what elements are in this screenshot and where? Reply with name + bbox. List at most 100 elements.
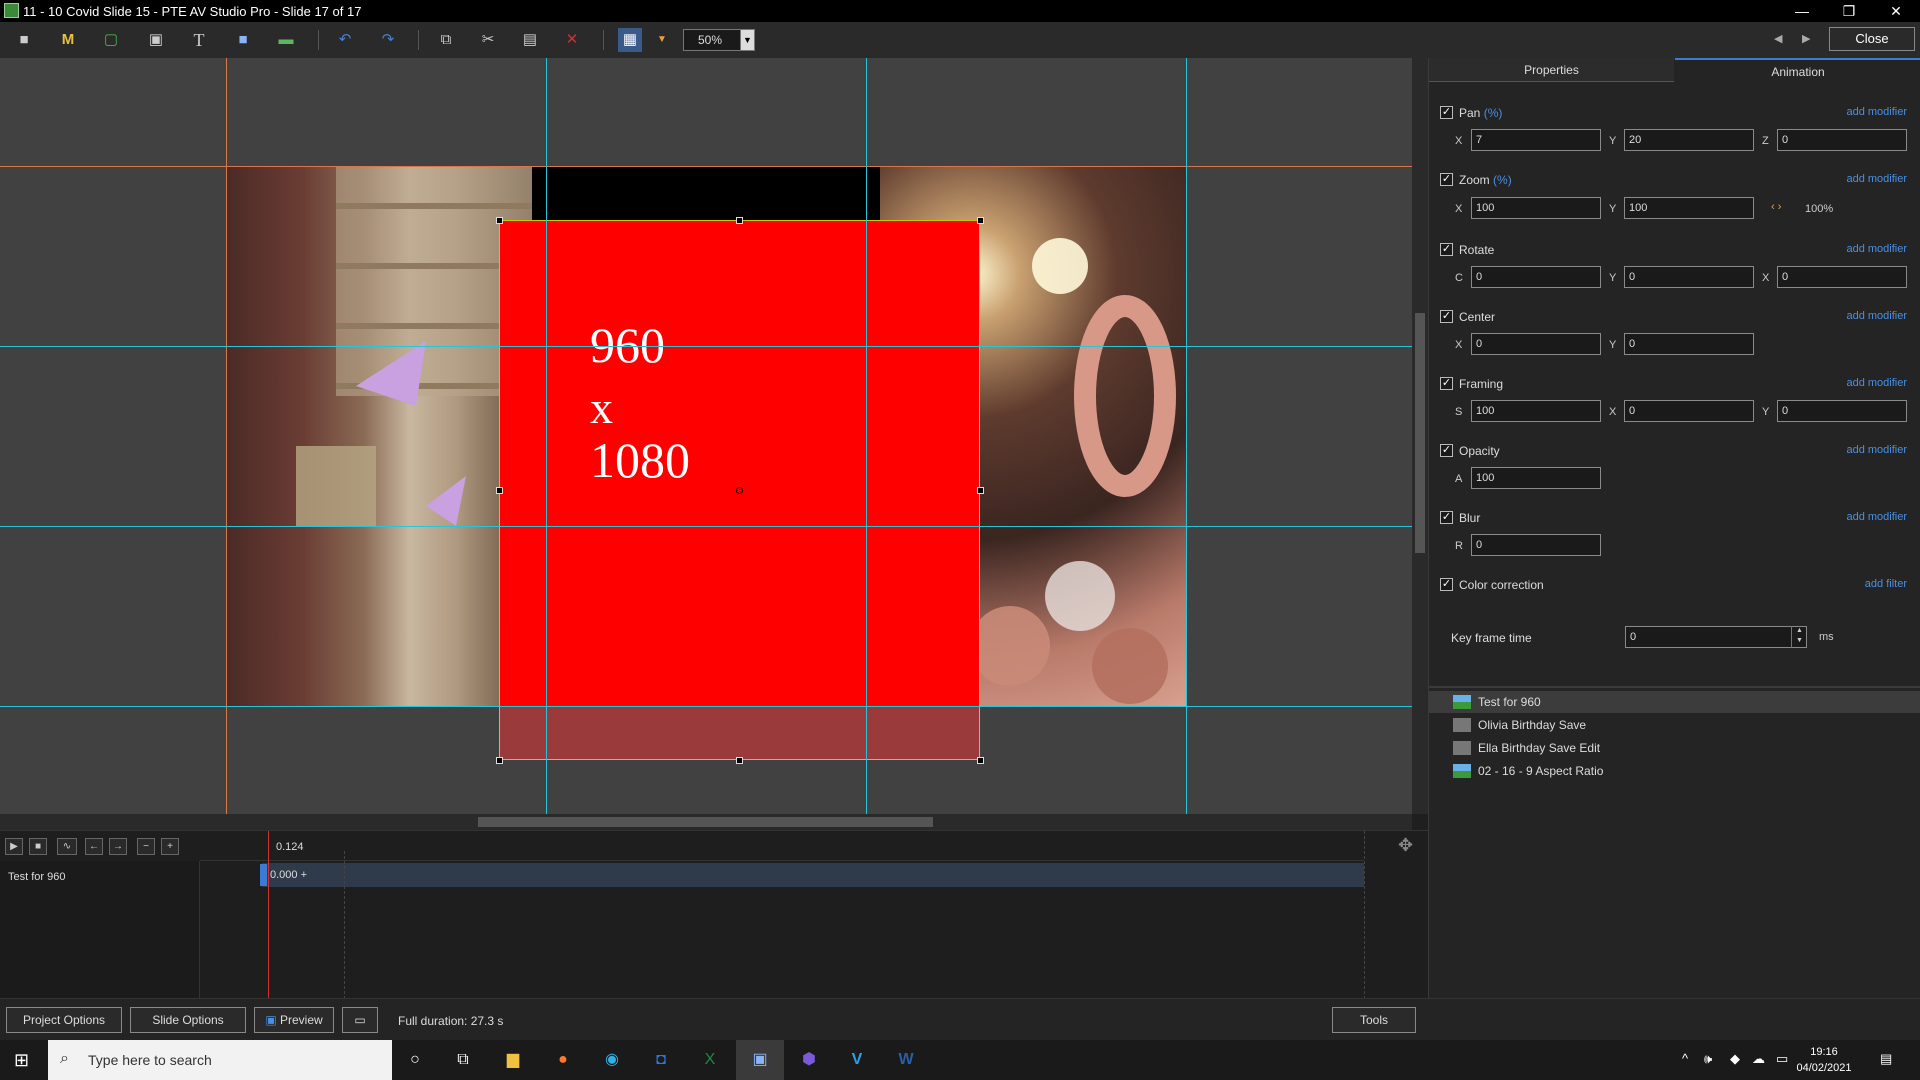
redo-icon[interactable]: ↷ xyxy=(376,28,400,52)
next-slide-icon[interactable]: ▶ xyxy=(1802,32,1810,45)
center-y-field[interactable]: 0 xyxy=(1624,333,1754,355)
framing-checkbox[interactable]: ✓ xyxy=(1440,377,1453,390)
tools-button[interactable]: Tools xyxy=(1332,1007,1416,1033)
framing-s-field[interactable]: 100 xyxy=(1471,400,1601,422)
project-options-button[interactable]: Project Options xyxy=(6,1007,122,1033)
grid-dropdown-icon[interactable]: ▼ xyxy=(650,28,674,52)
scroll-thumb[interactable] xyxy=(478,817,933,827)
notification-icon[interactable]: ▤ xyxy=(1880,1051,1892,1067)
tab-animation[interactable]: Animation xyxy=(1675,58,1920,82)
add-filter-link[interactable]: add filter xyxy=(1865,578,1907,590)
delete-icon[interactable]: ✕ xyxy=(560,28,584,52)
onedrive-icon[interactable]: ☁ xyxy=(1752,1051,1765,1067)
network-icon[interactable]: ▭ xyxy=(1776,1051,1788,1067)
center-checkbox[interactable]: ✓ xyxy=(1440,310,1453,323)
zoom-link-icon[interactable]: ‹ › xyxy=(1771,201,1781,213)
blur-checkbox[interactable]: ✓ xyxy=(1440,511,1453,524)
canvas-vertical-scrollbar[interactable] xyxy=(1412,58,1428,814)
list-item[interactable]: 02 - 16 - 9 Aspect Ratio xyxy=(1429,760,1920,782)
file-explorer-icon[interactable]: ▆ xyxy=(499,1046,527,1074)
canvas-horizontal-scrollbar[interactable] xyxy=(0,814,1412,830)
zoom-checkbox[interactable]: ✓ xyxy=(1440,173,1453,186)
list-item[interactable]: Olivia Birthday Save xyxy=(1429,714,1920,736)
zoom-y-field[interactable]: 100 xyxy=(1624,197,1754,219)
zoom-out-icon[interactable]: − xyxy=(137,838,155,855)
window-close-button[interactable]: ✕ xyxy=(1873,0,1919,22)
cortana-icon[interactable]: ○ xyxy=(401,1046,429,1074)
fullscreen-preview-icon[interactable]: ▭ xyxy=(342,1007,378,1033)
tray-chevron-icon[interactable]: ^ xyxy=(1682,1051,1688,1066)
zoom-x-field[interactable]: 100 xyxy=(1471,197,1601,219)
resize-handle-tl[interactable] xyxy=(496,217,503,224)
prev-icon[interactable]: ← xyxy=(85,838,103,855)
pan-x-field[interactable]: 7 xyxy=(1471,129,1601,151)
restore-button[interactable]: ❐ xyxy=(1826,0,1872,22)
opacity-a-field[interactable]: 100 xyxy=(1471,467,1601,489)
next-icon[interactable]: → xyxy=(109,838,127,855)
play-icon[interactable]: ▶ xyxy=(5,838,23,855)
opacity-add-modifier-link[interactable]: add modifier xyxy=(1846,444,1907,456)
blur-add-modifier-link[interactable]: add modifier xyxy=(1846,511,1907,523)
volume-icon[interactable]: 🕪 xyxy=(1704,1051,1712,1067)
undo-icon[interactable]: ↶ xyxy=(333,28,357,52)
list-item[interactable]: Ella Birthday Save Edit xyxy=(1429,737,1920,759)
scroll-thumb[interactable] xyxy=(1415,313,1425,553)
pan-add-modifier-link[interactable]: add modifier xyxy=(1846,106,1907,118)
keyframe-marker[interactable] xyxy=(260,864,267,886)
frame-icon[interactable]: ▢ xyxy=(99,28,123,52)
framing-x-field[interactable]: 0 xyxy=(1624,400,1754,422)
list-item[interactable]: Test for 960 xyxy=(1429,691,1920,713)
camera-icon[interactable]: ■ xyxy=(12,28,36,52)
color-correction-checkbox[interactable]: ✓ xyxy=(1440,578,1453,591)
mask-icon[interactable]: M xyxy=(56,28,80,52)
slide-canvas[interactable]: 960 x 1080 xyxy=(0,58,1412,814)
cut-icon[interactable]: ✂ xyxy=(476,28,500,52)
pan-y-field[interactable]: 20 xyxy=(1624,129,1754,151)
resize-handle-l[interactable] xyxy=(496,487,503,494)
resize-handle-b[interactable] xyxy=(736,757,743,764)
zoom-select[interactable]: 50% ▼ xyxy=(683,29,755,51)
paste-icon[interactable]: ▤ xyxy=(518,28,542,52)
blur-r-field[interactable]: 0 xyxy=(1471,534,1601,556)
framing-add-modifier-link[interactable]: add modifier xyxy=(1846,377,1907,389)
stop-icon[interactable]: ■ xyxy=(29,838,47,855)
rotate-checkbox[interactable]: ✓ xyxy=(1440,243,1453,256)
word-icon[interactable]: W xyxy=(892,1046,920,1074)
rectangle-icon[interactable]: ■ xyxy=(231,28,255,52)
close-button[interactable]: Close xyxy=(1829,27,1915,51)
framing-y-field[interactable]: 0 xyxy=(1777,400,1907,422)
vimeo-icon[interactable]: V xyxy=(843,1046,871,1074)
dropbox-icon[interactable]: ◆ xyxy=(1730,1051,1740,1067)
keyframe-time-field[interactable]: 0 xyxy=(1625,626,1807,648)
rotate-c-field[interactable]: 0 xyxy=(1471,266,1601,288)
task-view-icon[interactable]: ⧉ xyxy=(449,1046,477,1074)
pte-av-studio-icon[interactable]: ▣ xyxy=(746,1046,774,1074)
center-x-field[interactable]: 0 xyxy=(1471,333,1601,355)
timeline-track[interactable] xyxy=(262,863,1364,887)
opacity-checkbox[interactable]: ✓ xyxy=(1440,444,1453,457)
timeline-ruler[interactable] xyxy=(200,831,1364,861)
prev-slide-icon[interactable]: ◀ xyxy=(1774,32,1782,45)
rotate-add-modifier-link[interactable]: add modifier xyxy=(1846,243,1907,255)
pan-z-field[interactable]: 0 xyxy=(1777,129,1907,151)
excel-icon[interactable]: X xyxy=(696,1046,724,1074)
tab-properties[interactable]: Properties xyxy=(1429,58,1674,82)
video-icon[interactable]: ▣ xyxy=(144,28,168,52)
pan-checkbox[interactable]: ✓ xyxy=(1440,106,1453,119)
center-add-modifier-link[interactable]: add modifier xyxy=(1846,310,1907,322)
image-icon[interactable]: ▬ xyxy=(274,28,298,52)
resize-handle-tr[interactable] xyxy=(977,217,984,224)
preview-button[interactable]: ▣ Preview xyxy=(254,1007,334,1033)
windows-start-icon[interactable]: ⊞ xyxy=(14,1050,29,1071)
app-icon[interactable]: ⬢ xyxy=(795,1046,823,1074)
waveform-icon[interactable]: ∿ xyxy=(57,838,77,855)
firefox-icon[interactable]: ● xyxy=(549,1046,577,1074)
edge-icon[interactable]: ◉ xyxy=(598,1046,626,1074)
keyframe-spinner-icon[interactable]: ▲ ▼ xyxy=(1791,626,1807,648)
resize-handle-br[interactable] xyxy=(977,757,984,764)
zoom-add-modifier-link[interactable]: add modifier xyxy=(1846,173,1907,185)
grid-icon[interactable]: ▦ xyxy=(618,28,642,52)
timeline-playhead[interactable] xyxy=(268,831,269,999)
rotate-y-field[interactable]: 0 xyxy=(1624,266,1754,288)
text-icon[interactable]: T xyxy=(187,28,211,52)
